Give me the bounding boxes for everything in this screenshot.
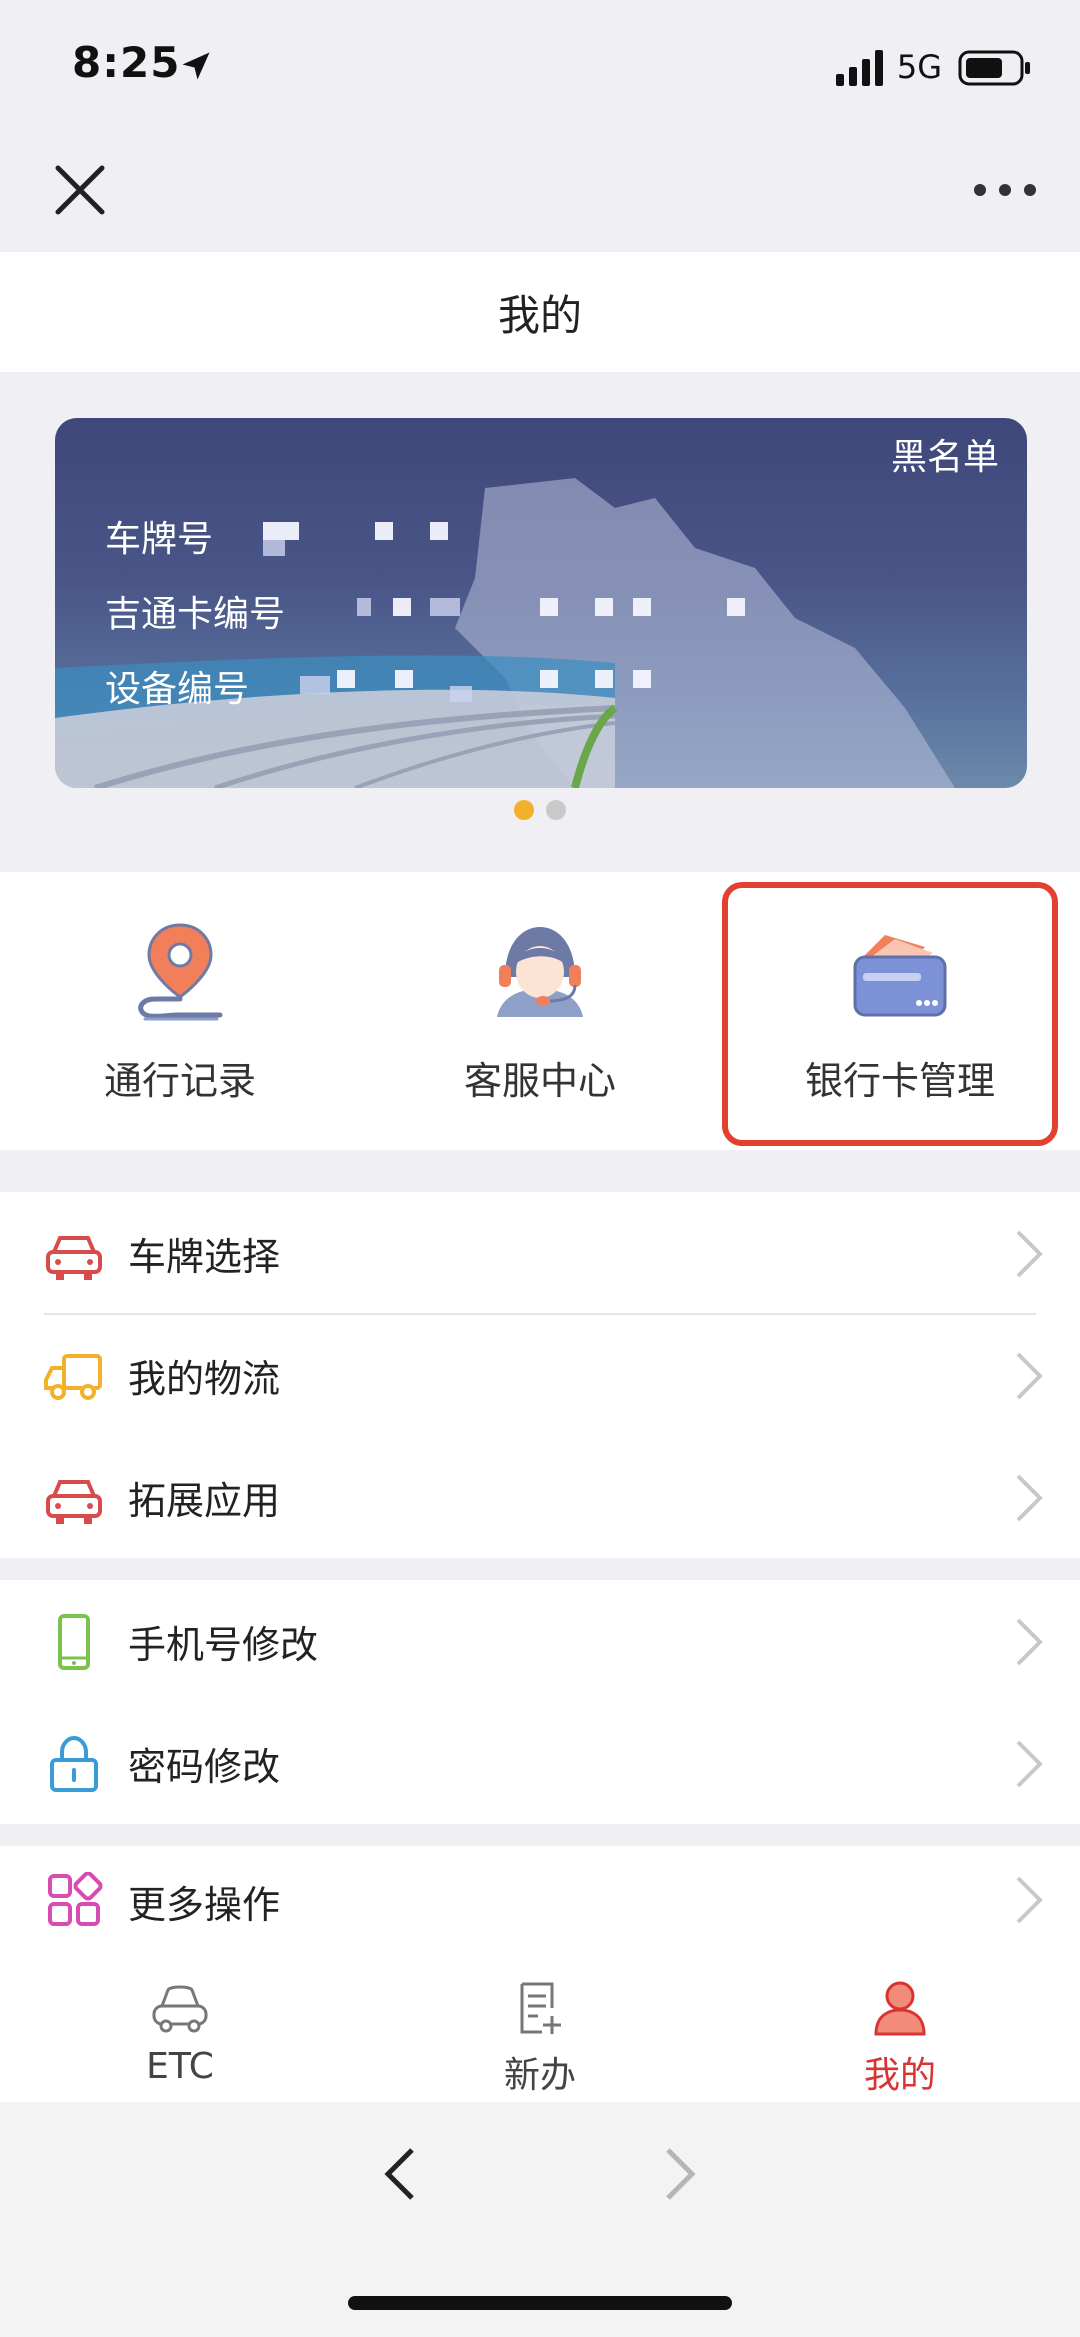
blacklist-badge: 黑名单 (890, 437, 999, 478)
menu-item-extended-apps[interactable]: 拓展应用 (0, 1436, 1080, 1558)
etc-card-banner[interactable]: 黑名单 车牌号 吉通卡编号 设备编号 (55, 418, 1027, 788)
quick-action-customer-service[interactable]: 客服中心 (360, 872, 720, 1150)
jitong-card-number-label: 吉通卡编号 (105, 594, 286, 635)
quick-action-travel-records[interactable]: 通行记录 (0, 872, 360, 1150)
menu-group-vehicle: 车牌选择 我的物流 拓展应用 (0, 1192, 1080, 1558)
chevron-right-icon (1016, 1876, 1043, 1924)
more-icon[interactable] (970, 170, 1040, 210)
menu-item-my-logistics[interactable]: 我的物流 (0, 1314, 1080, 1436)
location-arrow-icon (182, 52, 210, 80)
user-icon (874, 1981, 926, 2036)
close-icon[interactable] (50, 160, 110, 220)
chevron-right-icon (1016, 1474, 1043, 1522)
car-icon (46, 1236, 102, 1280)
phone-icon (58, 1614, 90, 1670)
back-arrow-icon[interactable] (380, 2144, 420, 2204)
bottom-tab-bar: ETC 新办 我的 (0, 1950, 1080, 2102)
forward-arrow-icon[interactable] (660, 2144, 700, 2204)
car-icon (46, 1480, 102, 1524)
menu-item-change-phone[interactable]: 手机号修改 (0, 1580, 1080, 1702)
chevron-right-icon (1016, 1618, 1043, 1666)
tab-mine[interactable]: 我的 (720, 1950, 1080, 2102)
plate-number-label: 车牌号 (105, 519, 214, 560)
signal-icon (836, 50, 883, 86)
home-indicator[interactable] (348, 2296, 732, 2310)
car-outline-icon (152, 1985, 208, 2033)
truck-icon (44, 1354, 102, 1400)
document-add-icon (520, 1982, 561, 2034)
highlight-box (722, 882, 1058, 1146)
customer-service-icon (497, 927, 583, 1017)
menu-item-more-operations[interactable]: 更多操作 (0, 1846, 1080, 1950)
pagination-dot[interactable] (546, 800, 566, 820)
banner-pagination (0, 800, 1080, 820)
menu-group-account: 手机号修改 密码修改 (0, 1580, 1080, 1824)
chevron-right-icon (1016, 1230, 1043, 1278)
grid-icon (48, 1872, 103, 1926)
battery-icon (958, 50, 1030, 86)
menu-group-more: 更多操作 (0, 1846, 1080, 1950)
status-time: 8:25 (72, 38, 181, 87)
network-type: 5G (896, 48, 942, 86)
tab-new-application[interactable]: 新办 (360, 1950, 720, 2102)
chevron-right-icon (1016, 1352, 1043, 1400)
pagination-dot-active[interactable] (514, 800, 534, 820)
page-title: 我的 (0, 252, 1080, 372)
menu-item-change-password[interactable]: 密码修改 (0, 1702, 1080, 1824)
tab-etc[interactable]: ETC (0, 1950, 360, 2102)
lock-icon (50, 1736, 98, 1792)
device-number-label: 设备编号 (105, 669, 250, 710)
menu-item-plate-selection[interactable]: 车牌选择 (0, 1192, 1080, 1314)
location-route-icon (138, 923, 223, 1021)
chevron-right-icon (1016, 1740, 1043, 1788)
